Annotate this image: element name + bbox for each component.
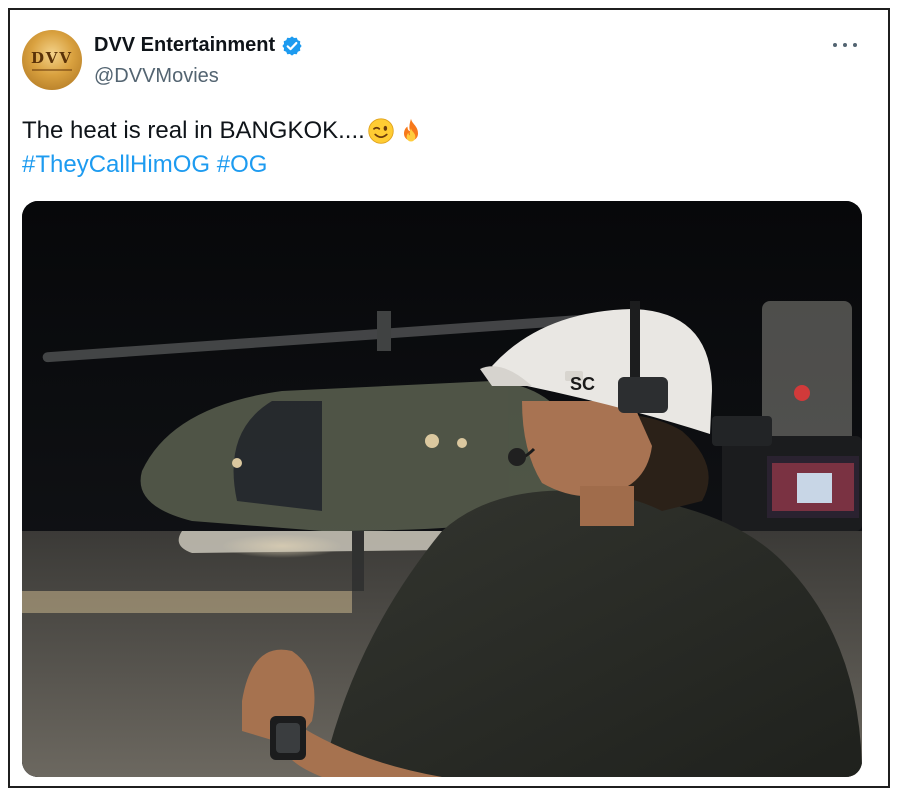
more-horizontal-icon[interactable] (832, 36, 858, 54)
avatar-logo-line (32, 69, 72, 71)
author-display-name[interactable]: DVV Entertainment (94, 34, 275, 57)
tweet-text-main: The heat is real in BANGKOK.... (22, 117, 365, 144)
tweet-text: The heat is real in BANGKOK.... (22, 116, 425, 146)
fire-emoji-icon (403, 118, 418, 142)
svg-text:SC: SC (570, 374, 595, 394)
author-name-row: DVV Entertainment (94, 34, 303, 57)
winking-face-emoji-icon (368, 118, 394, 144)
tweet-photo-illustration: SC (22, 201, 862, 777)
author-handle[interactable]: @DVVMovies (94, 65, 219, 88)
runway-light-strip (22, 591, 352, 613)
hashtag-link[interactable]: #TheyCallHimOG (22, 151, 210, 178)
dvv-logo-avatar[interactable]: DVV (22, 30, 82, 90)
tweet-photo[interactable]: SC (22, 201, 862, 777)
hashtag-link[interactable]: #OG (217, 151, 268, 178)
avatar-logo-text: DVV (30, 49, 74, 67)
tweet-hashtags: #TheyCallHimOG #OG (22, 150, 267, 180)
tweet-card[interactable]: DVV DVV Entertainment @DVVMovies The hea… (8, 8, 890, 788)
verified-badge-icon[interactable] (281, 35, 303, 57)
